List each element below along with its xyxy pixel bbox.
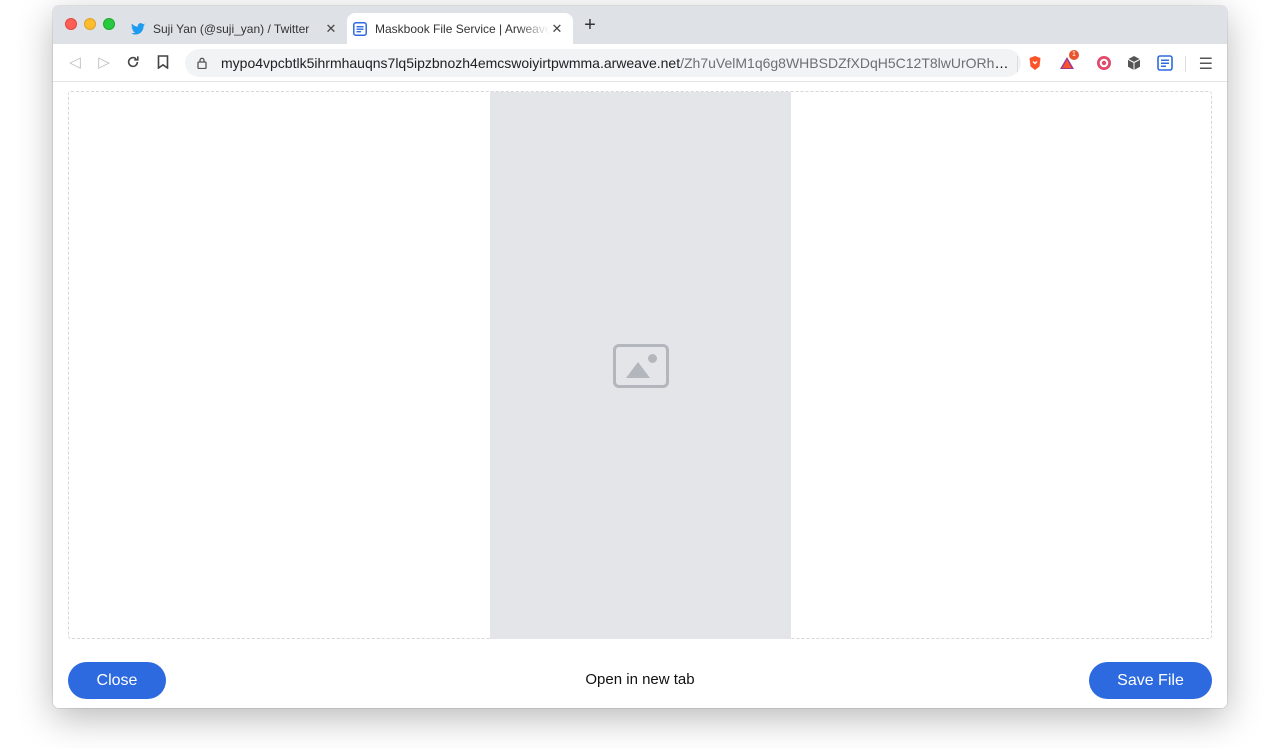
new-tab-plus-icon[interactable]: +: [580, 15, 600, 35]
forward-icon[interactable]: ▷: [96, 55, 112, 71]
twitter-bird-icon: [131, 22, 145, 36]
back-icon[interactable]: ◁: [67, 55, 83, 71]
tab-close-icon[interactable]: ✕: [549, 21, 565, 37]
maskbook-file-icon: [353, 21, 367, 36]
image-preview-frame: [68, 91, 1212, 639]
open-in-new-tab-link[interactable]: Open in new tab: [53, 671, 1227, 688]
save-file-button[interactable]: Save File: [1089, 662, 1212, 699]
reload-icon[interactable]: [125, 55, 141, 71]
browser-toolbar: ◁ ▷ mypo4vpcbtlk5ihrmhauqns7lq5ipzbnozh4…: [53, 44, 1227, 82]
toolbar-divider: [1017, 56, 1018, 72]
image-icon: [612, 343, 669, 388]
brave-shield-icon[interactable]: [1027, 55, 1043, 71]
browser-menu-icon[interactable]: ☰: [1199, 54, 1213, 74]
rewards-badge: 1: [1069, 50, 1079, 60]
tab-maskbook[interactable]: Maskbook File Service | Arweave ✕: [347, 13, 573, 44]
url-host: mypo4vpcbtlk5ihrmhauqns7lq5ipzbnozh4emcs…: [221, 55, 681, 71]
address-bar[interactable]: mypo4vpcbtlk5ihrmhauqns7lq5ipzbnozh4emcs…: [185, 49, 1021, 77]
tab-title: Suji Yan (@suji_yan) / Twitter: [153, 21, 310, 36]
lock-icon[interactable]: [197, 57, 211, 69]
tab-title: Maskbook File Service | Arweave: [375, 21, 549, 36]
file-preview-dialog: Close Open in new tab Save File: [53, 82, 1227, 708]
extension-target-icon[interactable]: [1096, 55, 1112, 71]
window-close-dot[interactable]: [65, 18, 77, 30]
tab-bar: Suji Yan (@suji_yan) / Twitter ✕ Maskboo…: [53, 6, 1227, 44]
tab-close-icon[interactable]: ✕: [323, 21, 339, 37]
file-image-placeholder: [490, 92, 791, 639]
url-text: mypo4vpcbtlk5ihrmhauqns7lq5ipzbnozh4emcs…: [221, 55, 1011, 71]
window-minimize-dot[interactable]: [84, 18, 96, 30]
toolbar-divider: [1185, 56, 1186, 72]
browser-window: Suji Yan (@suji_yan) / Twitter ✕ Maskboo…: [53, 6, 1227, 708]
maskbook-extension-icon[interactable]: [1157, 55, 1173, 71]
extension-cube-icon[interactable]: [1126, 55, 1142, 71]
bookmark-icon[interactable]: [155, 55, 171, 71]
window-zoom-dot[interactable]: [103, 18, 115, 30]
tab-twitter[interactable]: Suji Yan (@suji_yan) / Twitter ✕: [125, 13, 347, 44]
url-path: /Zh7uVelM1q6g8WHBSDZfXDqH5C12T8lwUrORhEZ…: [680, 55, 1011, 71]
brave-rewards-icon[interactable]: 1: [1059, 50, 1079, 71]
